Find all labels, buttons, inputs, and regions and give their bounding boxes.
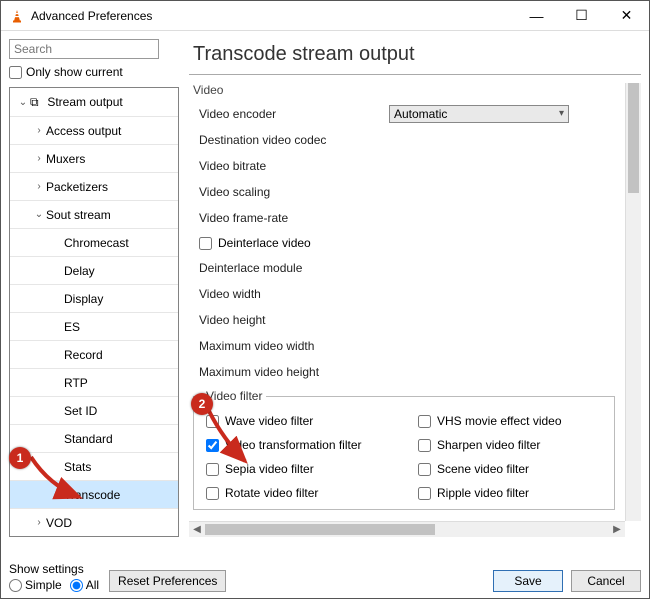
stream-output-icon: ⧉: [30, 95, 44, 110]
vertical-scrollbar-thumb[interactable]: [628, 83, 639, 193]
only-show-current-label: Only show current: [26, 65, 123, 79]
radio-simple[interactable]: Simple: [9, 578, 62, 592]
tree-rtp[interactable]: RTP: [10, 368, 178, 396]
vertical-scrollbar[interactable]: [625, 83, 641, 521]
tree-display[interactable]: Display: [10, 284, 178, 312]
deinterlace-checkbox[interactable]: Deinterlace video: [199, 231, 621, 255]
tree-record[interactable]: Record: [10, 340, 178, 368]
reset-preferences-button[interactable]: Reset Preferences: [109, 570, 226, 592]
horizontal-scrollbar[interactable]: ◀ ▶: [189, 521, 625, 537]
row-dest-codec: Destination video codec: [199, 127, 621, 153]
row-max-height: Maximum video height: [199, 359, 621, 385]
show-settings-label: Show settings: [9, 562, 99, 576]
filter-rotate[interactable]: Rotate video filter: [206, 481, 394, 505]
tree-muxers[interactable]: ›Muxers: [10, 144, 178, 172]
filter-vhs[interactable]: VHS movie effect video: [418, 409, 606, 433]
tree-vod[interactable]: ›VOD: [10, 508, 178, 536]
search-input[interactable]: [9, 39, 159, 59]
video-group-label: Video: [193, 83, 621, 97]
filter-scene[interactable]: Scene video filter: [418, 457, 606, 481]
filter-ripple[interactable]: Ripple video filter: [418, 481, 606, 505]
footer-bar: Show settings Simple All Reset Preferenc…: [9, 546, 641, 592]
tree-set-id[interactable]: Set ID: [10, 396, 178, 424]
row-video-framerate: Video frame-rate: [199, 205, 621, 231]
right-panel: Transcode stream output Video Video enco…: [189, 39, 641, 537]
video-encoder-dropdown[interactable]: Automatic: [389, 105, 569, 123]
row-video-width: Video width: [199, 281, 621, 307]
tree-packetizers[interactable]: ›Packetizers: [10, 172, 178, 200]
tree-sout-stream[interactable]: ⌄Sout stream: [10, 200, 178, 228]
row-video-bitrate: Video bitrate: [199, 153, 621, 179]
annotation-badge-1: 1: [9, 447, 31, 469]
title-bar: Advanced Preferences — ☐ ✕: [1, 1, 649, 31]
save-button[interactable]: Save: [493, 570, 563, 592]
tree-delay[interactable]: Delay: [10, 256, 178, 284]
annotation-badge-2: 2: [191, 393, 213, 415]
cancel-button[interactable]: Cancel: [571, 570, 641, 592]
vlc-cone-icon: [9, 8, 25, 24]
horizontal-scrollbar-thumb[interactable]: [205, 524, 435, 535]
only-show-current-box[interactable]: [9, 66, 22, 79]
tree-chromecast[interactable]: Chromecast: [10, 228, 178, 256]
filter-sharpen[interactable]: Sharpen video filter: [418, 433, 606, 457]
only-show-current-checkbox[interactable]: Only show current: [9, 63, 179, 81]
window-controls: — ☐ ✕: [514, 1, 649, 30]
tree-access-output[interactable]: ›Access output: [10, 116, 178, 144]
minimize-button[interactable]: —: [514, 1, 559, 30]
row-max-width: Maximum video width: [199, 333, 621, 359]
row-video-height: Video height: [199, 307, 621, 333]
row-video-scaling: Video scaling: [199, 179, 621, 205]
show-settings-group: Show settings Simple All: [9, 562, 99, 592]
maximize-button[interactable]: ☐: [559, 1, 604, 30]
video-filter-group: Video filter Wave video filter VHS movie…: [193, 389, 615, 510]
hscroll-right-arrow-icon[interactable]: ▶: [609, 522, 625, 537]
page-heading: Transcode stream output: [189, 39, 641, 75]
annotation-arrow-2: [205, 409, 255, 469]
annotation-arrow-1: [29, 455, 89, 505]
tree-stream-output[interactable]: ⌄⧉ Stream output: [10, 88, 178, 116]
hscroll-left-arrow-icon[interactable]: ◀: [189, 522, 205, 537]
row-deint-module: Deinterlace module: [199, 255, 621, 281]
radio-all[interactable]: All: [70, 578, 99, 592]
tree-es[interactable]: ES: [10, 312, 178, 340]
close-button[interactable]: ✕: [604, 1, 649, 30]
tree-standard[interactable]: Standard: [10, 424, 178, 452]
settings-area: Video Video encoder Automatic Destinatio…: [189, 83, 641, 537]
row-video-encoder: Video encoder Automatic: [199, 101, 621, 127]
window-title: Advanced Preferences: [31, 9, 514, 23]
